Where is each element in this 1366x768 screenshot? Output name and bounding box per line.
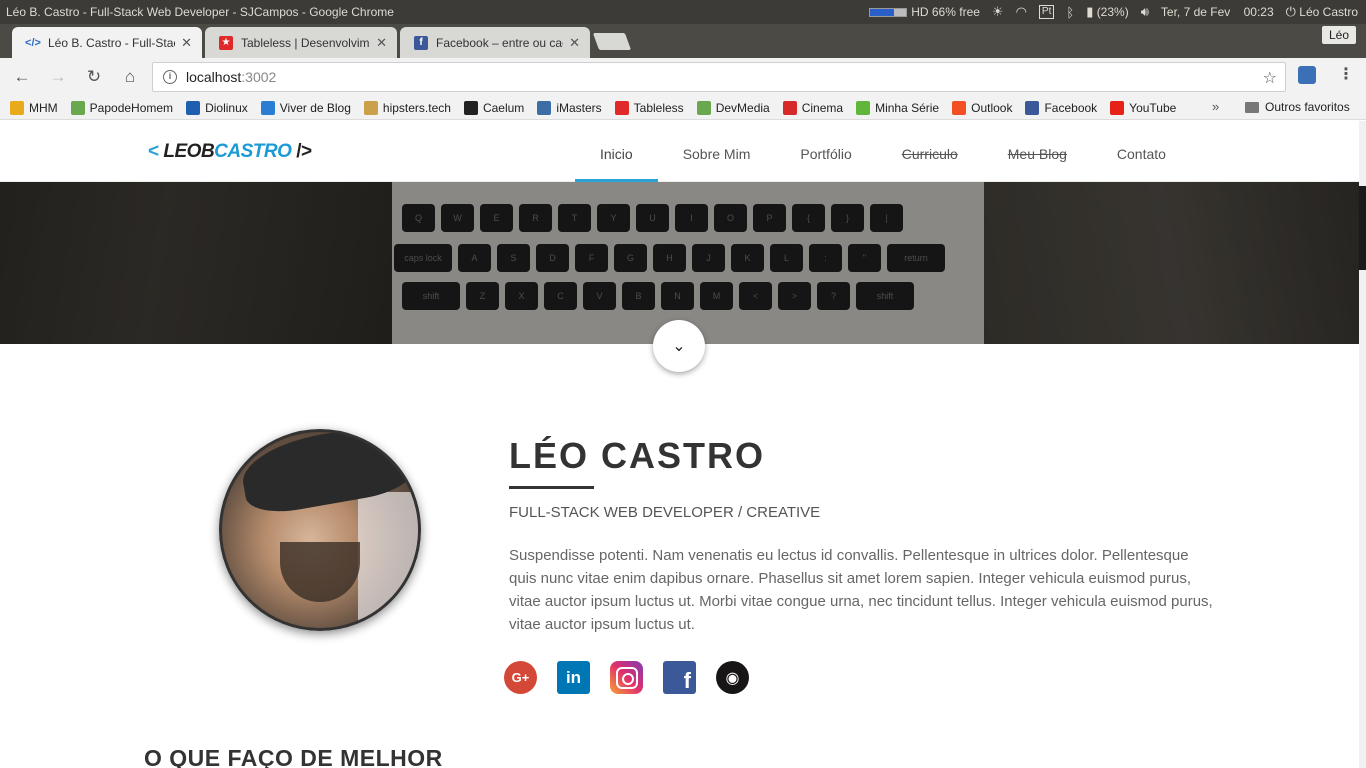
os-top-bar: Léo B. Castro - Full-Stack Web Developer…: [0, 0, 1366, 24]
bookmark-favicon-icon: [782, 100, 797, 115]
close-icon[interactable]: ✕: [569, 35, 580, 51]
close-icon[interactable]: ✕: [181, 35, 192, 51]
browser-toolbar: ← → ↻ ⌂ i localhost:3002 ☆ ⋮: [0, 58, 1366, 96]
avatar: [219, 429, 421, 631]
profile-button[interactable]: Léo: [1321, 26, 1356, 44]
facebook-icon: f: [414, 35, 428, 50]
bookmark-favicon-icon: [856, 100, 871, 115]
bookmark-item[interactable]: MHM: [10, 100, 58, 115]
facebook-icon[interactable]: f: [663, 661, 696, 694]
power-icon: ⏻: [1285, 4, 1296, 19]
extension-icon[interactable]: [1298, 66, 1316, 84]
bookmark-item[interactable]: PapodeHomem: [70, 100, 173, 115]
bookmark-favicon-icon: [1025, 100, 1040, 115]
window-title: Léo B. Castro - Full-Stack Web Developer…: [6, 5, 394, 19]
back-icon[interactable]: ←: [4, 67, 40, 87]
close-icon[interactable]: ✕: [376, 35, 387, 51]
site-header: < LEOBCASTRO /> Inicio Sobre Mim Portfólio…: [0, 121, 1359, 182]
bookmarks-overflow-icon[interactable]: »: [1212, 99, 1219, 114]
other-bookmarks-folder[interactable]: Outros favoritos: [1245, 100, 1350, 114]
nav-item[interactable]: Meu Blog: [983, 121, 1092, 182]
wifi-icon[interactable]: ◠: [1016, 4, 1027, 20]
nav-item[interactable]: Inicio: [575, 121, 658, 182]
battery-icon: ▮: [1086, 4, 1094, 19]
bookmark-item[interactable]: iMasters: [537, 100, 602, 115]
disk-meter: [869, 8, 908, 18]
forward-icon[interactable]: →: [40, 67, 76, 87]
new-tab-button[interactable]: [592, 33, 632, 50]
system-tray: HD 66% free ☀ ◠ Pt ᛒ ▮ (23%) 🔊︎ Ter, 7 d…: [869, 4, 1366, 20]
bookmarks-bar: MHM PapodeHomem Diolinux Viver de Blog hipst…: [0, 96, 1366, 120]
linkedin-icon[interactable]: in: [557, 661, 590, 694]
social-links: G+ in f ◉: [504, 661, 749, 694]
folder-icon: [1245, 101, 1259, 113]
bookmark-item[interactable]: Minha Série: [856, 100, 939, 115]
chevron-down-icon: ⌄: [672, 338, 686, 355]
bookmark-favicon-icon: [186, 100, 201, 115]
disk-indicator[interactable]: HD 66% free: [869, 5, 980, 19]
reload-icon[interactable]: ↻: [76, 67, 112, 87]
google-plus-icon[interactable]: G+: [504, 661, 537, 694]
bookmark-favicon-icon: [1110, 100, 1125, 115]
bookmark-favicon-icon: [10, 100, 24, 115]
nav-item[interactable]: Portfólio: [775, 121, 876, 182]
tab-facebook[interactable]: f Facebook – entre ou cad ✕: [400, 27, 590, 58]
github-icon[interactable]: ◉: [716, 661, 749, 694]
user-menu[interactable]: ⏻ Léo Castro: [1286, 4, 1358, 20]
profile-bio: Suspendisse potenti. Nam venenatis eu le…: [509, 547, 1213, 633]
tab-leo-castro[interactable]: </> Léo B. Castro - Full-Stack ✕: [12, 27, 202, 58]
bluetooth-icon[interactable]: ᛒ: [1066, 5, 1074, 20]
nav-item[interactable]: Sobre Mim: [658, 121, 776, 182]
tableless-icon: ★: [219, 35, 233, 50]
bookmark-item[interactable]: Outlook: [952, 100, 1012, 115]
code-icon: </>: [25, 36, 41, 49]
site-nav: Inicio Sobre Mim Portfólio Curriculo Meu Blo…: [575, 121, 1191, 182]
bookmark-star-icon[interactable]: ☆: [1263, 68, 1277, 88]
profile-role: FULL-STACK WEB DEVELOPER / CREATIVE: [509, 504, 821, 521]
bookmark-favicon-icon: [696, 100, 711, 115]
info-icon[interactable]: i: [163, 70, 177, 84]
web-page: < LEOBCASTRO /> Inicio Sobre Mim Portfólio…: [0, 121, 1359, 768]
nav-item[interactable]: Curriculo: [877, 121, 983, 182]
address-bar[interactable]: i localhost:3002 ☆: [152, 62, 1286, 92]
bookmark-item[interactable]: DevMedia: [696, 100, 770, 115]
name-underline: [509, 486, 594, 489]
section-title: O QUE FAÇO DE MELHOR: [144, 745, 443, 768]
bookmark-favicon-icon: [537, 100, 552, 115]
site-logo[interactable]: < LEOBCASTRO />: [148, 141, 312, 163]
bookmark-favicon-icon: [363, 100, 378, 115]
scroll-down-button[interactable]: ⌄: [653, 320, 705, 372]
bookmark-favicon-icon: [260, 100, 275, 115]
bookmark-favicon-icon: [614, 100, 629, 115]
bookmark-item[interactable]: Viver de Blog: [260, 100, 351, 115]
nav-item[interactable]: Contato: [1092, 121, 1191, 182]
bookmark-favicon-icon: [952, 100, 967, 115]
bookmark-item[interactable]: Diolinux: [186, 100, 248, 115]
instagram-icon[interactable]: [610, 661, 643, 694]
volume-icon[interactable]: 🔊︎: [1141, 4, 1149, 20]
brightness-icon[interactable]: ☀: [992, 4, 1004, 20]
bookmark-item[interactable]: Facebook: [1025, 100, 1097, 115]
clock[interactable]: Ter, 7 de Fev 00:23: [1161, 5, 1274, 19]
bookmark-favicon-icon: [70, 100, 85, 115]
bookmark-item[interactable]: Cinema: [782, 100, 843, 115]
bookmark-favicon-icon: [463, 100, 478, 115]
menu-icon[interactable]: ⋮: [1338, 64, 1354, 84]
tab-strip: </> Léo B. Castro - Full-Stack ✕ ★ Table…: [0, 24, 1366, 58]
scrollbar-thumb[interactable]: [1359, 186, 1366, 270]
bookmark-item[interactable]: hipsters.tech: [363, 100, 451, 115]
bookmark-item[interactable]: YouTube: [1110, 100, 1176, 115]
keyboard-layout-indicator[interactable]: Pt: [1038, 5, 1055, 19]
profile-name: LÉO CASTRO: [509, 435, 766, 476]
battery-indicator[interactable]: ▮ (23%): [1086, 4, 1129, 20]
home-icon[interactable]: ⌂: [112, 67, 148, 87]
tab-tableless[interactable]: ★ Tableless | Desenvolvim ✕: [205, 27, 397, 58]
bookmark-item[interactable]: Tableless: [614, 100, 684, 115]
bookmark-item[interactable]: Caelum: [463, 100, 524, 115]
